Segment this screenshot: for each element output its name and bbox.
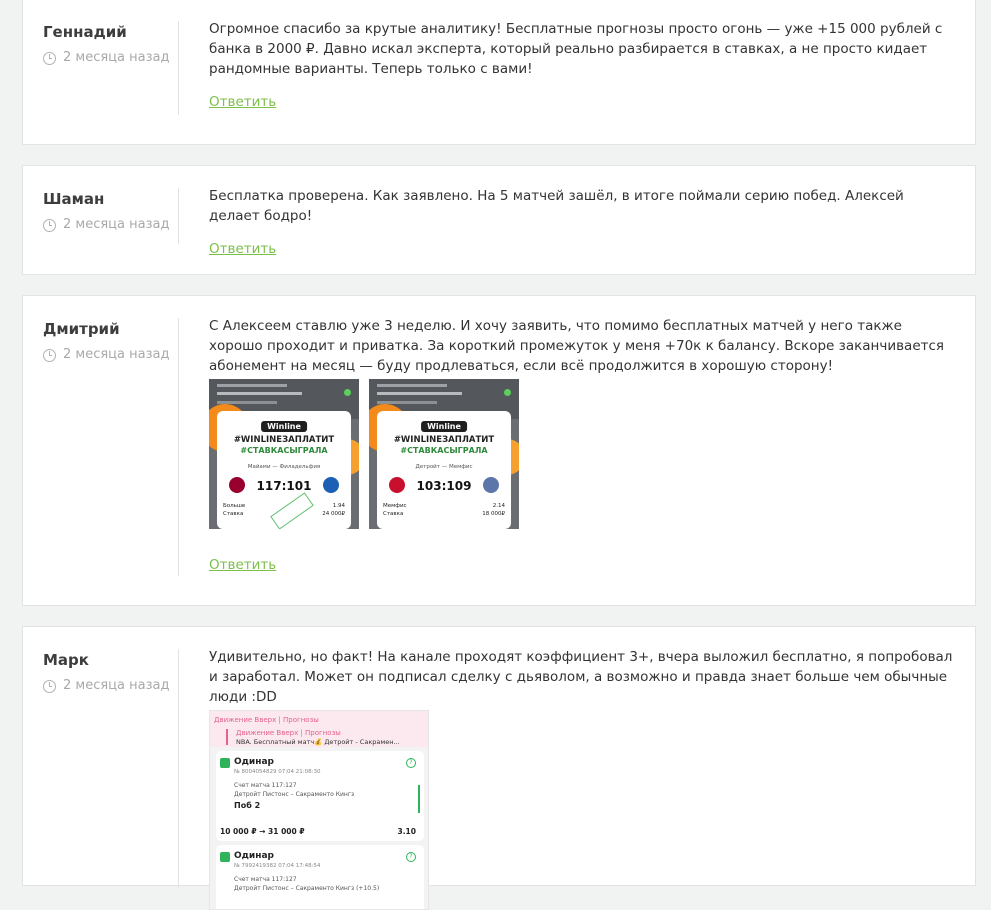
reply-link[interactable]: Ответить: [209, 557, 276, 573]
clock-icon: [43, 51, 56, 65]
bet-score-label: Счет матча 117:127: [234, 782, 297, 789]
quoted-post: NBA. Бесплатный матч💰 Детройт - Сакрамен…: [236, 738, 400, 746]
comment-text: С Алексеем ставлю уже 3 неделю. И хочу з…: [209, 318, 945, 374]
clock-icon: [43, 679, 56, 693]
comment-author-name: Марк: [43, 651, 89, 669]
bet-value: 2.14: [492, 503, 505, 509]
team-logo-icon: [323, 477, 339, 493]
comment-author-name: Геннадий: [43, 23, 127, 41]
promo-tag-secondary: #СТАВКАСЫГРАЛА: [240, 446, 328, 455]
telegram-post-header: Движение Вверх | Прогнозы Движение Вверх…: [210, 711, 428, 747]
channel-name: Движение Вверх | Прогнозы: [214, 716, 319, 724]
comment-date-text: 2 месяца назад: [63, 347, 170, 362]
match-teams: Детройт — Мемфис: [415, 464, 473, 470]
team-logo-icon: [483, 477, 499, 493]
bet-coefficient: 3.10: [397, 827, 416, 836]
comment-date-text: 2 месяца назад: [63, 678, 170, 693]
help-icon: ?: [406, 758, 416, 768]
bet-pick: Поб 2: [234, 801, 261, 810]
reply-link[interactable]: Ответить: [209, 241, 276, 257]
bet-label: Больше: [223, 503, 246, 509]
comment-text: Удивительно, но факт! На канале проходят…: [209, 649, 953, 705]
bet-score-label: Счет матча 117:127: [234, 876, 297, 883]
comment-text: Бесплатка проверена. Как заявлено. На 5 …: [209, 188, 904, 224]
comment-date-text: 2 месяца назад: [63, 217, 170, 232]
bet-result-panel: Winline #WINLINEЗАПЛАТИТ #СТАВКАСЫГРАЛА …: [377, 411, 511, 529]
comment-author-block: Дмитрий 2 месяца назад: [43, 318, 193, 364]
comment-body: Бесплатка проверена. Как заявлено. На 5 …: [209, 186, 954, 257]
promo-tag: #WINLINEЗАПЛАТИТ: [393, 435, 495, 445]
bet-match: Детройт Пистонс – Сакраменто Кингз (+10.…: [234, 885, 380, 892]
brand-logo: Winline: [261, 421, 307, 432]
bet-screenshot-thumbnail[interactable]: Движение Вверх | Прогнозы Движение Вверх…: [209, 710, 429, 910]
clock-icon: [43, 218, 56, 232]
comment-card: Марк 2 месяца назад Удивительно, но факт…: [22, 626, 976, 910]
comment-date: 2 месяца назад: [43, 346, 193, 364]
clock-icon: [43, 348, 56, 362]
match-teams: Майами — Филадельфия: [247, 464, 321, 470]
comment-body: С Алексеем ставлю уже 3 неделю. И хочу з…: [209, 316, 954, 573]
bet-meta: № 7992419382 07:04 17:48:54: [234, 863, 321, 869]
bet-value: 1.94: [332, 503, 345, 509]
comment-text: Огромное спасибо за крутые аналитику! Бе…: [209, 21, 943, 77]
promo-tag-secondary: #СТАВКАСЫГРАЛА: [400, 446, 488, 455]
bet-screenshot-thumbnail[interactable]: Winline #WINLINEЗАПЛАТИТ #СТАВКАСЫГРАЛА …: [369, 379, 519, 529]
comment-author-name: Шаман: [43, 190, 105, 208]
check-icon: [220, 852, 230, 862]
status-dot-icon: [344, 389, 351, 396]
comment-author-block: Марк 2 месяца назад: [43, 649, 193, 695]
brand-logo: Winline: [421, 421, 467, 432]
bet-type: Одинар: [234, 851, 274, 861]
comment-date: 2 месяца назад: [43, 677, 193, 695]
comment-body: Огромное спасибо за крутые аналитику! Бе…: [209, 19, 954, 110]
help-icon: ?: [406, 852, 416, 862]
comment-author-name: Дмитрий: [43, 320, 120, 338]
reply-link[interactable]: Ответить: [209, 94, 276, 110]
status-dot-icon: [504, 389, 511, 396]
bet-type: Одинар: [234, 757, 274, 767]
bet-amount: 10 000 ₽ → 31 000 ₽: [220, 827, 305, 836]
check-icon: [220, 758, 230, 768]
comment-divider: [178, 188, 179, 244]
comment-attachments: Winline #WINLINEЗАПЛАТИТ #СТАВКАСЫГРАЛА …: [209, 379, 954, 529]
comments-list: Геннадий 2 месяца назад Огромное спасибо…: [0, 0, 991, 910]
bet-value: 24 000₽: [322, 511, 345, 517]
bet-row: Мемфис 2.14: [383, 503, 505, 509]
quoted-channel: Движение Вверх | Прогнозы: [236, 729, 341, 737]
comment-author-block: Шаман 2 месяца назад: [43, 188, 193, 234]
bet-result-panel: Winline #WINLINEЗАПЛАТИТ #СТАВКАСЫГРАЛА …: [217, 411, 351, 529]
comment-divider: [178, 649, 179, 889]
bet-value: 18 000₽: [482, 511, 505, 517]
bet-label: Ставка: [383, 511, 404, 517]
bet-row: Ставка 18 000₽: [383, 511, 505, 517]
comment-body: Удивительно, но факт! На канале проходят…: [209, 647, 954, 910]
bet-slip: Одинар ? № 7992419382 07:04 17:48:54 Сче…: [216, 845, 424, 909]
bet-label: Ставка: [223, 511, 244, 517]
comment-date-text: 2 месяца назад: [63, 50, 170, 65]
comment-divider: [178, 318, 179, 576]
bet-screenshot-thumbnail[interactable]: Winline #WINLINEЗАПЛАТИТ #СТАВКАСЫГРАЛА …: [209, 379, 359, 529]
bet-label: Мемфис: [383, 503, 407, 509]
comment-author-block: Геннадий 2 месяца назад: [43, 21, 193, 67]
bet-match: Детройт Пистонс – Сакраменто Кингз: [234, 791, 355, 798]
comment-card: Дмитрий 2 месяца назад С Алексеем ставлю…: [22, 295, 976, 606]
comment-card: Шаман 2 месяца назад Бесплатка проверена…: [22, 165, 976, 275]
bet-meta: № 8004054829 07:04 21:08:30: [234, 769, 321, 775]
comment-date: 2 месяца назад: [43, 216, 193, 234]
promo-tag: #WINLINEЗАПЛАТИТ: [233, 435, 335, 445]
comment-date: 2 месяца назад: [43, 49, 193, 67]
comment-card: Геннадий 2 месяца назад Огромное спасибо…: [22, 0, 976, 145]
comment-divider: [178, 21, 179, 115]
bet-slip: Одинар ? № 8004054829 07:04 21:08:30 Сче…: [216, 751, 424, 841]
